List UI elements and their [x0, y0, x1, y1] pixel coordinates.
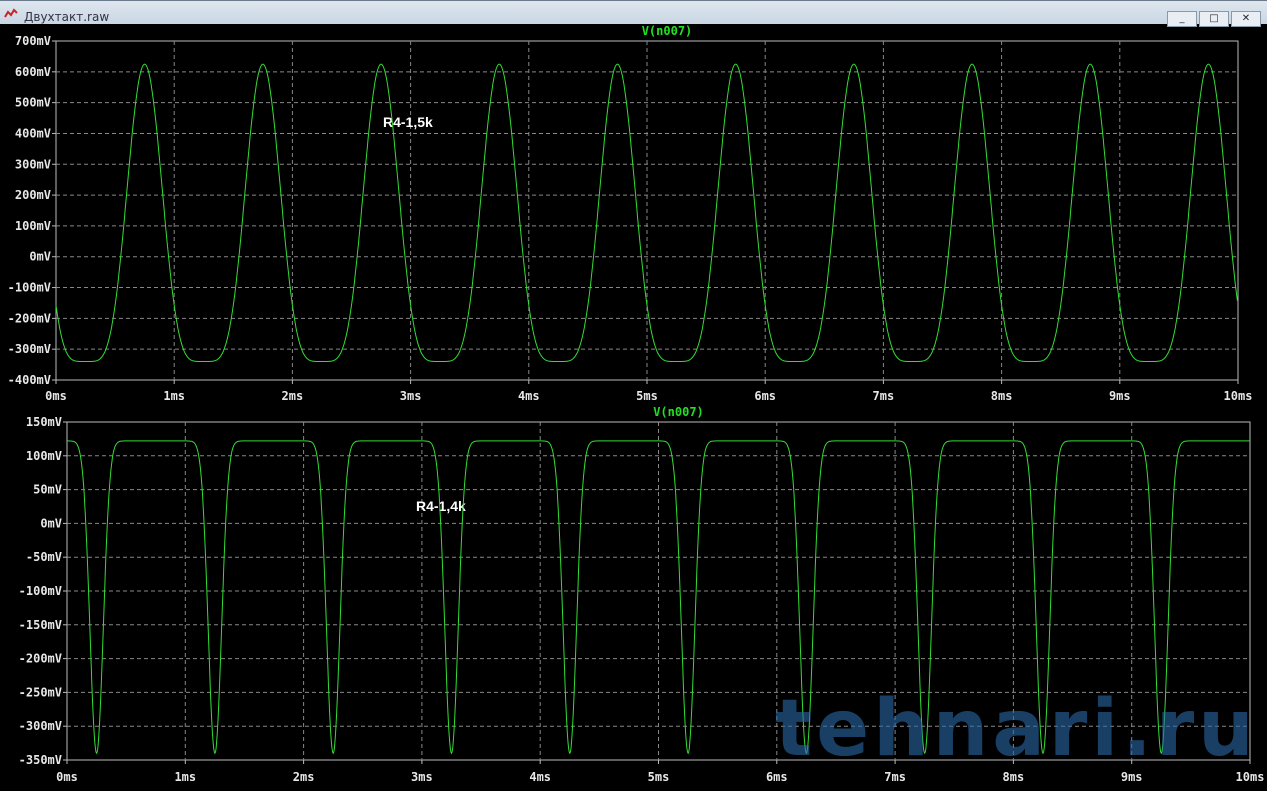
x-tick-label: 8ms — [991, 389, 1013, 403]
x-tick-label: 9ms — [1109, 389, 1131, 403]
x-tick-label: 5ms — [648, 770, 670, 784]
x-tick-label: 0ms — [56, 770, 78, 784]
x-tick-label: 2ms — [293, 770, 315, 784]
y-tick-label: -150mV — [19, 618, 62, 632]
x-tick-label: 10ms — [1224, 389, 1253, 403]
y-tick-label: -100mV — [8, 281, 51, 295]
legend-trace-name: V(n007) — [642, 24, 693, 38]
y-tick-label: 600mV — [15, 65, 51, 79]
x-tick-label: 0ms — [45, 389, 67, 403]
y-tick-label: -50mV — [26, 550, 62, 564]
y-tick-label: -300mV — [8, 342, 51, 356]
x-tick-label: 1ms — [174, 770, 196, 784]
x-tick-label: 1ms — [163, 389, 185, 403]
y-tick-label: 100mV — [26, 449, 62, 463]
y-tick-label: 700mV — [15, 34, 51, 48]
y-tick-label: 0mV — [40, 516, 62, 530]
y-tick-label: 500mV — [15, 96, 51, 110]
x-tick-label: 4ms — [518, 389, 540, 403]
plot-canvas[interactable]: 700mV 600mV 500mV 400mV 300mV 200mV 100mV 0mV -1… — [0, 0, 1267, 791]
y-tick-label: 0mV — [29, 250, 51, 264]
y-tick-label: -250mV — [19, 685, 62, 699]
y-tick-label: 50mV — [33, 483, 62, 497]
x-tick-label: 5ms — [636, 389, 658, 403]
y-tick-label: 200mV — [15, 188, 51, 202]
annotation-label: R4-1,4k — [416, 498, 466, 514]
y-tick-label: 150mV — [26, 415, 62, 429]
x-tick-label: 4ms — [529, 770, 551, 784]
y-tick-label: -200mV — [8, 311, 51, 325]
y-tick-label: -300mV — [19, 719, 62, 733]
x-tick-label: 3ms — [411, 770, 433, 784]
y-tick-label: 100mV — [15, 219, 51, 233]
y-tick-label: -100mV — [19, 584, 62, 598]
watermark: tehnari.ru — [775, 684, 1258, 774]
x-tick-label: 2ms — [282, 389, 304, 403]
x-tick-label: 3ms — [400, 389, 422, 403]
legend-trace-name: V(n007) — [653, 405, 704, 419]
y-tick-label: -400mV — [8, 373, 51, 387]
y-tick-label: -350mV — [19, 753, 62, 767]
y-tick-label: 300mV — [15, 157, 51, 171]
x-tick-label: 7ms — [873, 389, 895, 403]
y-tick-label: 400mV — [15, 126, 51, 140]
y-tick-label: -200mV — [19, 652, 62, 666]
annotation-label: R4-1,5k — [383, 114, 433, 130]
x-tick-label: 6ms — [754, 389, 776, 403]
